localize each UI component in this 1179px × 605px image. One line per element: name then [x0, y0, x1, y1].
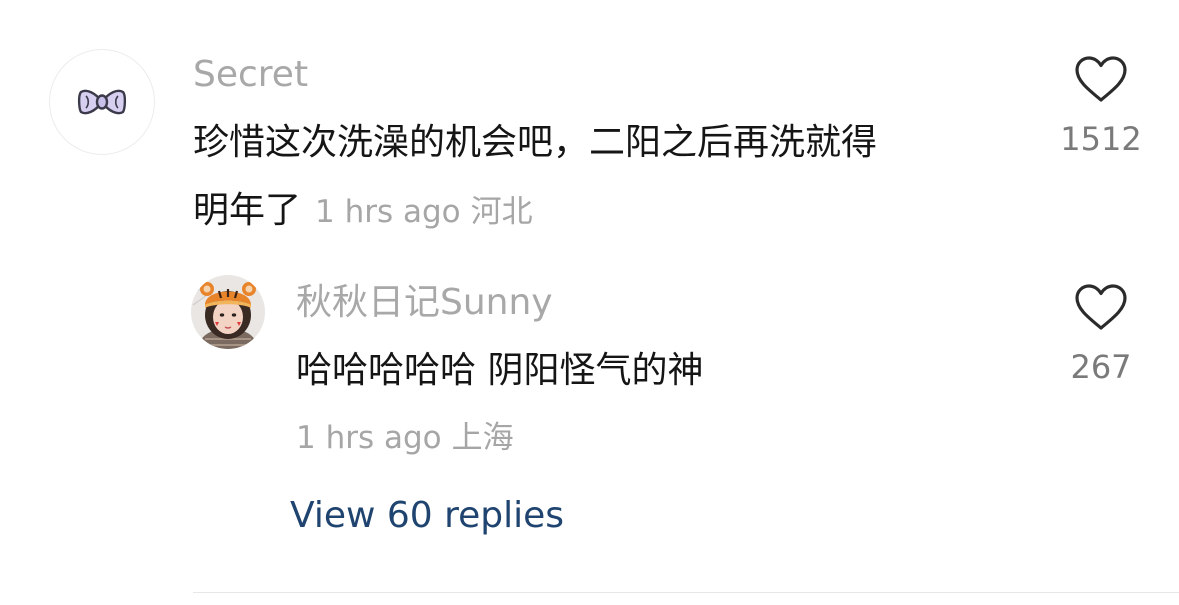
- comment-like-count: 1512: [1060, 120, 1142, 158]
- view-replies-link[interactable]: View 60 replies: [290, 498, 564, 534]
- comment-location: 河北: [470, 194, 533, 230]
- comment-like-button[interactable]: [1073, 55, 1129, 105]
- comment-text-line2-content: 明年了: [193, 190, 302, 231]
- reply-author[interactable]: 秋秋日记Sunny: [296, 285, 553, 321]
- reply-time: 1 hrs ago: [296, 420, 442, 456]
- divider: [193, 592, 1179, 593]
- heart-icon: [1075, 284, 1127, 330]
- comment-text-line1: 珍惜这次洗澡的机会吧，二阳之后再洗就得: [193, 122, 878, 163]
- bow-icon: [77, 89, 127, 115]
- reply-text: 哈哈哈哈哈 阴阳怪气的神: [296, 350, 704, 391]
- tiger-hat-portrait: [191, 275, 265, 349]
- reply-meta: 1 hrs ago 上海: [296, 423, 514, 454]
- comment-author[interactable]: Secret: [193, 57, 308, 93]
- reply-avatar[interactable]: [191, 275, 265, 349]
- reply-like-count: 267: [1070, 348, 1132, 386]
- comment-text-line2: 明年了 1 hrs ago 河北: [193, 176, 533, 247]
- comment-time: 1 hrs ago: [315, 194, 461, 230]
- avatar[interactable]: [49, 49, 155, 155]
- reply-location: 上海: [451, 420, 514, 456]
- reply-like-button[interactable]: [1073, 283, 1129, 333]
- heart-icon: [1075, 56, 1127, 102]
